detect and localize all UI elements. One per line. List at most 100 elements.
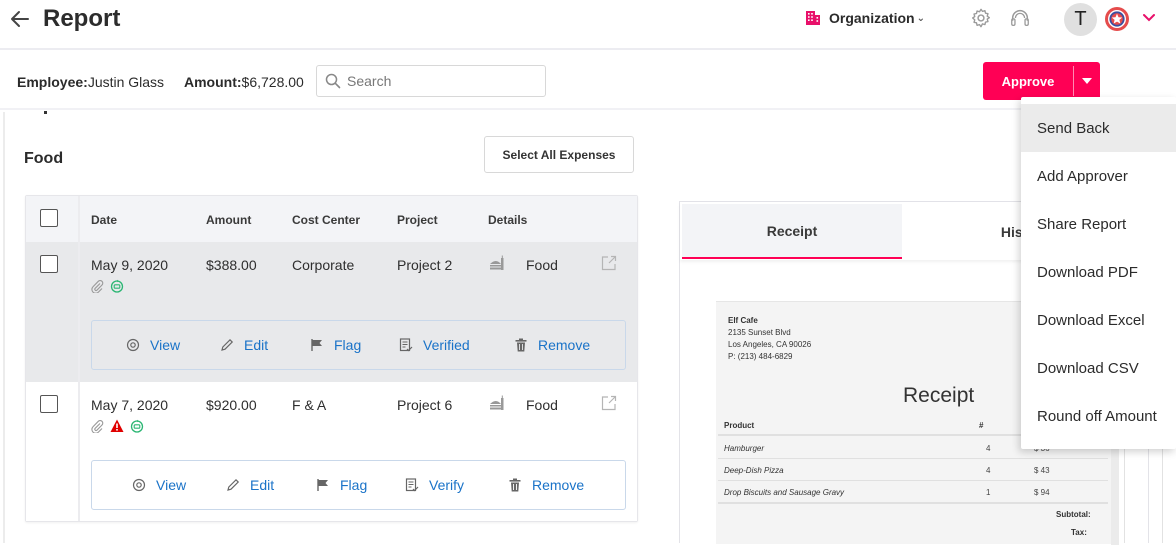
expense-cost-center: Corporate (292, 257, 355, 273)
merchant-phone: P: (213) 484-6829 (728, 352, 793, 361)
paperclip-icon (91, 279, 104, 293)
truncated-text (44, 111, 47, 114)
expense-category: Food (526, 397, 558, 413)
gear-icon[interactable] (970, 7, 992, 29)
expense-flags (91, 279, 124, 293)
remove-label: Remove (538, 337, 591, 353)
menu-item-share-report[interactable]: Share Report (1021, 200, 1176, 248)
building-icon (806, 11, 820, 25)
headset-icon[interactable] (1009, 7, 1031, 29)
expense-date: May 9, 2020 (91, 257, 169, 273)
receipt-item-qty: 4 (986, 444, 991, 453)
table-row[interactable]: May 7, 2020 $920.00 F & A Project 6 Food (26, 382, 637, 521)
menu-item-send-back[interactable]: Send Back (1021, 104, 1176, 152)
chevron-down-icon[interactable] (1141, 11, 1157, 25)
report-summary-bar: Employee:Justin Glass Amount:$6,728.00 A… (0, 52, 1176, 110)
flag-button[interactable]: Flag (316, 477, 367, 493)
food-icon (490, 395, 504, 410)
user-avatar[interactable]: T (1064, 3, 1097, 36)
row-checkbox[interactable] (40, 255, 58, 273)
checkbox-column-divider (78, 196, 80, 521)
verified-label: Verified (423, 337, 470, 353)
column-amount: Amount (206, 213, 252, 227)
column-cost-center: Cost Center (292, 213, 361, 227)
merchant-address1: 2135 Sunset Blvd (728, 328, 791, 337)
verify-button[interactable]: Verify (405, 477, 464, 493)
expense-amount: $920.00 (206, 397, 257, 413)
menu-item-download-csv[interactable]: Download CSV (1021, 344, 1176, 392)
document-check-icon (405, 478, 419, 492)
receipt-item-name: Drop Biscuits and Sausage Gravy (724, 488, 845, 497)
trash-icon (515, 338, 527, 352)
receipt-item-name: Deep-Dish Pizza (724, 466, 784, 475)
open-external-icon[interactable] (601, 395, 617, 411)
expense-project: Project 2 (397, 257, 453, 273)
menu-item-download-pdf[interactable]: Download PDF (1021, 248, 1176, 296)
flag-label: Flag (340, 477, 368, 493)
org-logo-icon[interactable] (1104, 6, 1130, 32)
merchant-address2: Los Angeles, CA 90026 (728, 340, 812, 349)
employee-info: Employee:Justin Glass (17, 74, 164, 90)
receipt-col-product: Product (724, 421, 755, 430)
organization-label: Organization (829, 10, 915, 26)
page-title: Report (43, 5, 121, 32)
merchant-name: Elf Cafe (728, 316, 758, 325)
receipt-item-price: $ 94 (1034, 488, 1050, 497)
receipt-item-qty: 1 (986, 488, 991, 497)
flag-button[interactable]: Flag (310, 337, 361, 353)
eye-icon (126, 338, 140, 352)
table-header: Date Amount Cost Center Project Details (26, 196, 637, 242)
warning-icon (110, 419, 124, 432)
eye-icon (132, 478, 146, 492)
edit-button[interactable]: Edit (226, 477, 274, 493)
flag-icon (311, 339, 322, 351)
menu-item-add-approver[interactable]: Add Approver (1021, 152, 1176, 200)
approve-options-toggle[interactable] (1074, 62, 1100, 100)
open-external-icon[interactable] (601, 255, 617, 271)
table-row[interactable]: May 9, 2020 $388.00 Corporate Project 2 … (26, 242, 637, 382)
expense-actions: View Edit Flag Verified Remove (91, 320, 626, 370)
amount-label: Amount: (184, 74, 242, 90)
select-all-expenses-button[interactable]: Select All Expenses (484, 136, 634, 173)
top-bar: Report Organization ⌄ T (0, 0, 1176, 50)
menu-item-download-excel[interactable]: Download Excel (1021, 296, 1176, 344)
column-project: Project (397, 213, 438, 227)
approve-button[interactable]: Approve (983, 66, 1074, 96)
document-check-icon (399, 338, 413, 352)
expense-category: Food (526, 257, 558, 273)
approve-options-menu: Send Back Add Approver Share Report Down… (1021, 97, 1176, 449)
category-title: Food (24, 150, 64, 167)
remove-button[interactable]: Remove (514, 337, 590, 353)
policy-check-icon (110, 279, 124, 293)
search-input[interactable] (347, 73, 527, 89)
paperclip-icon (91, 419, 104, 433)
search-box[interactable] (316, 65, 546, 97)
back-arrow-icon[interactable] (10, 8, 30, 30)
view-label: View (150, 337, 181, 353)
edit-label: Edit (244, 337, 269, 353)
menu-item-round-off-amount[interactable]: Round off Amount (1021, 392, 1176, 440)
verified-button[interactable]: Verified (399, 337, 470, 353)
search-icon (325, 73, 341, 89)
employee-label: Employee: (17, 74, 88, 90)
receipt-divider (718, 502, 1108, 504)
view-button[interactable]: View (132, 477, 186, 493)
column-details: Details (488, 213, 528, 227)
edit-button[interactable]: Edit (220, 337, 268, 353)
expense-project: Project 6 (397, 397, 453, 413)
receipt-title: Receipt (903, 384, 975, 407)
expense-date: May 7, 2020 (91, 397, 169, 413)
tab-receipt[interactable]: Receipt (682, 204, 902, 259)
select-all-checkbox[interactable] (40, 209, 58, 227)
receipt-tax-label: Tax: (1071, 528, 1087, 537)
receipt-subtotal-label: Subtotal: (1056, 510, 1091, 519)
column-date: Date (91, 213, 118, 227)
caret-down-icon (1082, 78, 1092, 84)
flag-icon (317, 479, 328, 491)
row-checkbox[interactable] (40, 395, 58, 413)
organization-switcher[interactable]: Organization ⌄ (805, 10, 925, 26)
expense-amount: $388.00 (206, 257, 257, 273)
policy-check-icon (130, 419, 144, 433)
view-button[interactable]: View (126, 337, 180, 353)
remove-button[interactable]: Remove (508, 477, 584, 493)
